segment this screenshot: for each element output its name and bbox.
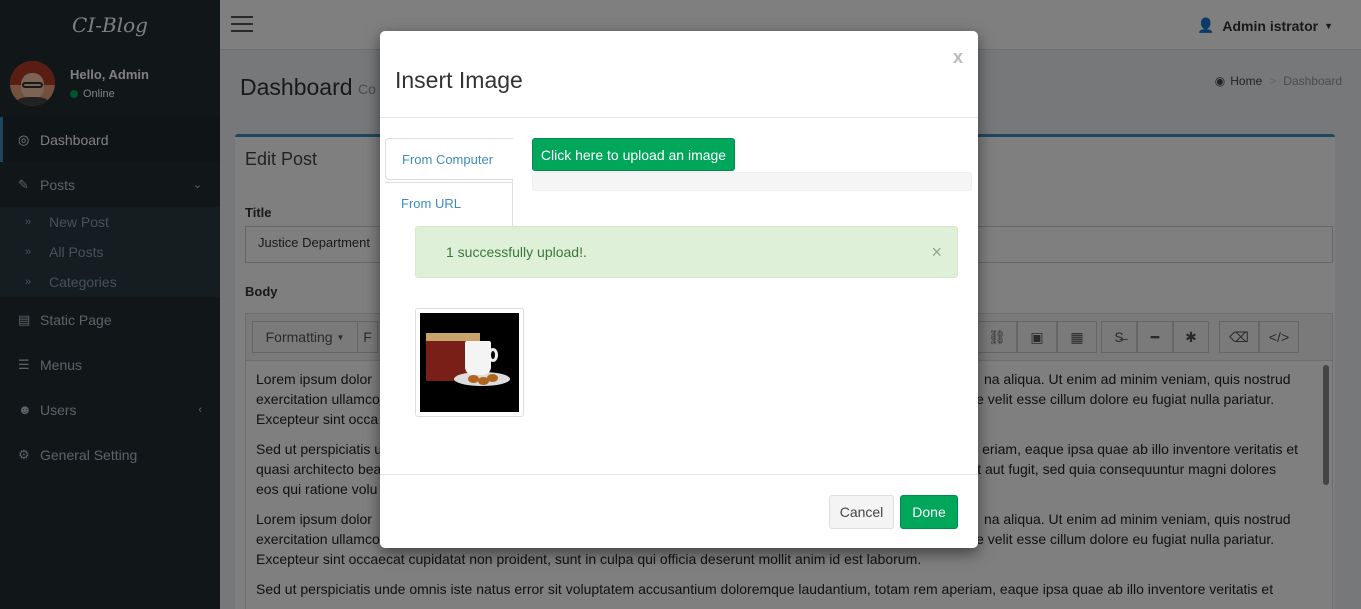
- tab-from-url[interactable]: From URL: [385, 182, 513, 224]
- alert-close-icon[interactable]: ×: [931, 242, 942, 263]
- coffee-book-image: [420, 313, 519, 412]
- insert-image-modal: Insert Image x From Computer From URL Cl…: [380, 31, 978, 548]
- alert-message: 1 successfully upload!.: [446, 244, 587, 260]
- cancel-button[interactable]: Cancel: [829, 495, 894, 529]
- modal-title: Insert Image: [395, 67, 523, 93]
- tab-from-computer[interactable]: From Computer: [385, 138, 513, 180]
- done-button[interactable]: Done: [900, 495, 958, 529]
- close-icon[interactable]: x: [953, 47, 963, 68]
- modal-footer: Cancel Done: [380, 474, 978, 548]
- success-alert: 1 successfully upload!. ×: [415, 226, 958, 278]
- upload-image-button[interactable]: Click here to upload an image: [532, 138, 735, 171]
- upload-progress-bar: [532, 172, 972, 191]
- uploaded-image-thumbnail[interactable]: [415, 308, 524, 417]
